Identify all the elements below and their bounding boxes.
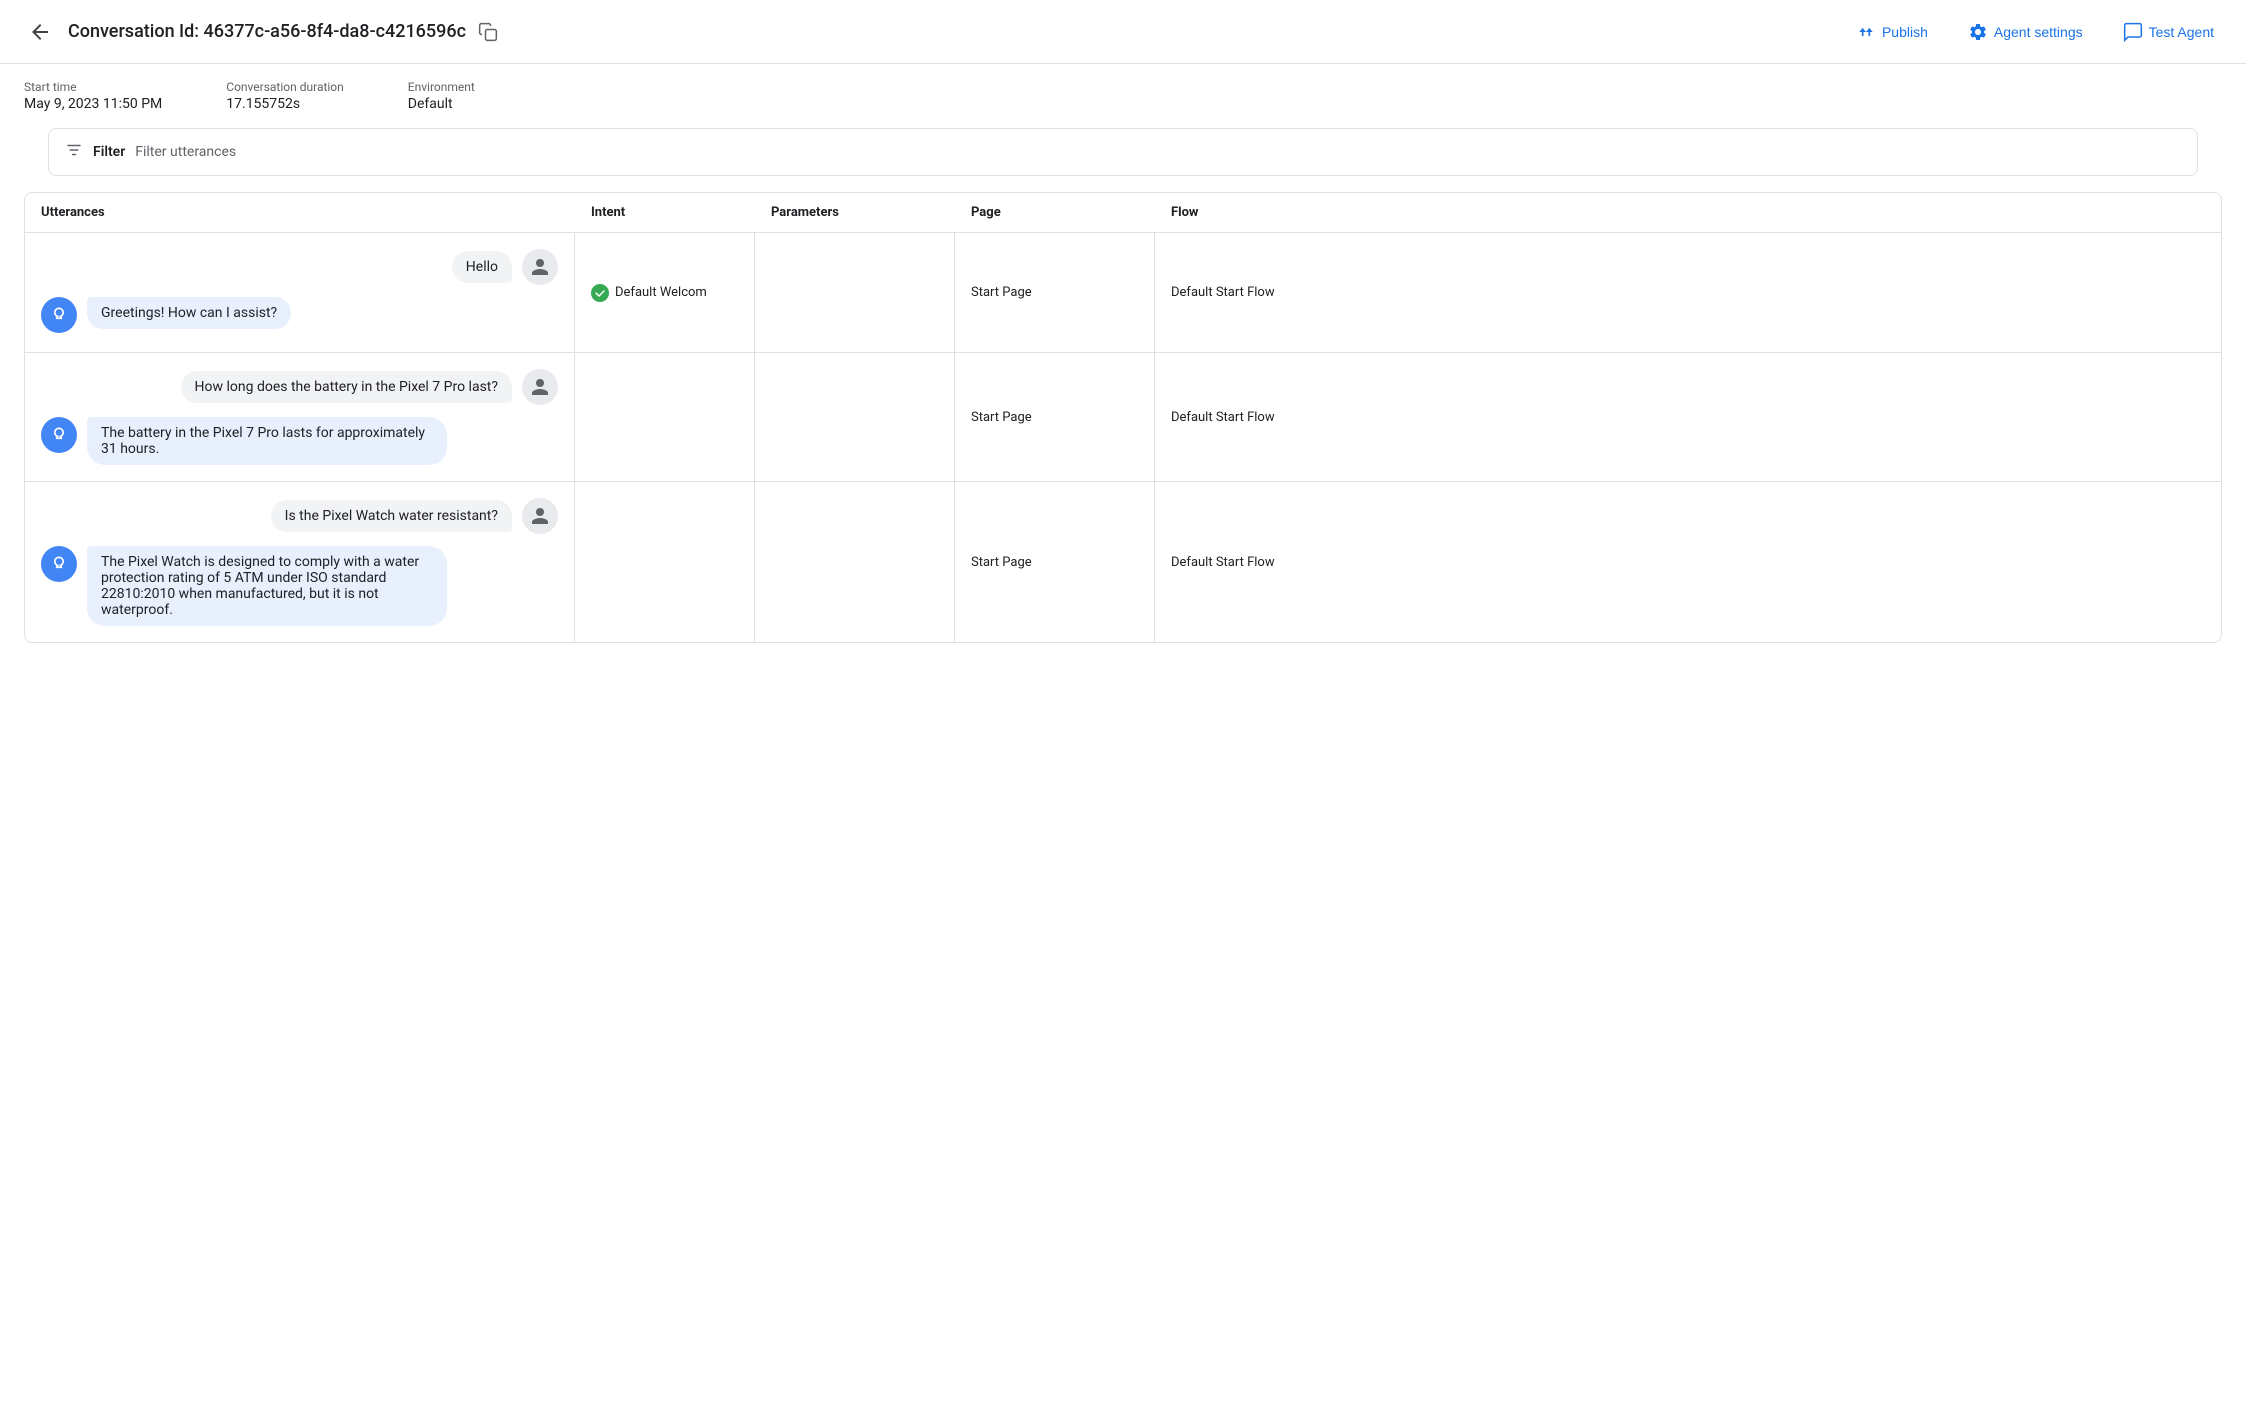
flow-cell-1: Default Start Flow <box>1155 353 2221 481</box>
environment-label: Environment <box>408 80 475 94</box>
publish-button[interactable]: Publish <box>1848 18 1936 46</box>
intent-cell-2 <box>575 482 755 642</box>
table-header: Utterances Intent Parameters Page Flow <box>25 193 2221 233</box>
user-avatar-2 <box>522 498 558 534</box>
user-message-0: Hello <box>41 249 558 285</box>
page-cell-2: Start Page <box>955 482 1155 642</box>
flow-value-2: Default Start Flow <box>1171 555 1275 570</box>
page-value-1: Start Page <box>971 410 1032 425</box>
intent-check-icon <box>591 284 609 302</box>
user-bubble-2: Is the Pixel Watch water resistant? <box>271 500 512 532</box>
col-utterances: Utterances <box>41 205 591 220</box>
start-time-item: Start time May 9, 2023 11:50 PM <box>24 80 162 112</box>
page-value-2: Start Page <box>971 555 1032 570</box>
user-bubble-0: Hello <box>452 251 512 283</box>
table-row: Is the Pixel Watch water resistant? The … <box>25 482 2221 642</box>
start-time-label: Start time <box>24 80 162 94</box>
agent-avatar-2 <box>41 546 77 582</box>
header: Conversation Id: 46377c-a56-8f4-da8-c421… <box>0 0 2246 64</box>
utterances-cell-2: Is the Pixel Watch water resistant? The … <box>25 482 575 642</box>
flow-value-1: Default Start Flow <box>1171 410 1275 425</box>
duration-value: 17.155752s <box>226 96 300 112</box>
user-avatar-1 <box>522 369 558 405</box>
intent-cell-1 <box>575 353 755 481</box>
back-button[interactable] <box>24 16 56 48</box>
intent-cell-0: Default Welcom <box>575 233 755 352</box>
utterances-table: Utterances Intent Parameters Page Flow H… <box>24 192 2222 643</box>
intent-name-0: Default Welcom <box>615 285 707 300</box>
filter-label: Filter <box>93 144 125 160</box>
intent-badge-0: Default Welcom <box>591 284 707 302</box>
agent-message-2: The Pixel Watch is designed to comply wi… <box>41 546 558 626</box>
environment-value: Default <box>408 96 453 112</box>
agent-settings-button[interactable]: Agent settings <box>1960 18 2091 46</box>
header-actions: Publish Agent settings Test Agent <box>1848 18 2222 46</box>
flow-cell-0: Default Start Flow <box>1155 233 2221 352</box>
page-cell-1: Start Page <box>955 353 1155 481</box>
filter-bar: Filter Filter utterances <box>48 128 2198 176</box>
params-cell-1 <box>755 353 955 481</box>
params-cell-2 <box>755 482 955 642</box>
agent-avatar-0 <box>41 297 77 333</box>
start-time-value: May 9, 2023 11:50 PM <box>24 96 162 112</box>
test-agent-button[interactable]: Test Agent <box>2115 18 2222 46</box>
user-avatar-0 <box>522 249 558 285</box>
page-cell-0: Start Page <box>955 233 1155 352</box>
col-parameters: Parameters <box>771 205 971 220</box>
environment-item: Environment Default <box>408 80 475 112</box>
page-value-0: Start Page <box>971 285 1032 300</box>
utterances-cell-0: Hello Greetings! How can I assist? <box>25 233 575 352</box>
agent-bubble-1: The battery in the Pixel 7 Pro lasts for… <box>87 417 447 465</box>
params-cell-0 <box>755 233 955 352</box>
user-message-2: Is the Pixel Watch water resistant? <box>41 498 558 534</box>
duration-item: Conversation duration 17.155752s <box>226 80 344 112</box>
col-page: Page <box>971 205 1171 220</box>
copy-icon[interactable] <box>478 22 498 42</box>
meta-bar: Start time May 9, 2023 11:50 PM Conversa… <box>0 64 2246 128</box>
duration-label: Conversation duration <box>226 80 344 94</box>
filter-icon <box>65 141 83 163</box>
user-bubble-1: How long does the battery in the Pixel 7… <box>181 371 512 403</box>
conversation-id: Conversation Id: 46377c-a56-8f4-da8-c421… <box>68 21 466 42</box>
col-flow: Flow <box>1171 205 2205 220</box>
flow-cell-2: Default Start Flow <box>1155 482 2221 642</box>
agent-bubble-2: The Pixel Watch is designed to comply wi… <box>87 546 447 626</box>
utterances-cell-1: How long does the battery in the Pixel 7… <box>25 353 575 481</box>
agent-avatar-1 <box>41 417 77 453</box>
agent-message-0: Greetings! How can I assist? <box>41 297 558 333</box>
table-row: Hello Greetings! How can I assist? <box>25 233 2221 353</box>
header-left: Conversation Id: 46377c-a56-8f4-da8-c421… <box>24 16 1832 48</box>
user-message-1: How long does the battery in the Pixel 7… <box>41 369 558 405</box>
table-row: How long does the battery in the Pixel 7… <box>25 353 2221 482</box>
agent-bubble-0: Greetings! How can I assist? <box>87 297 291 329</box>
agent-message-1: The battery in the Pixel 7 Pro lasts for… <box>41 417 558 465</box>
col-intent: Intent <box>591 205 771 220</box>
filter-placeholder: Filter utterances <box>135 144 236 160</box>
flow-value-0: Default Start Flow <box>1171 285 1275 300</box>
